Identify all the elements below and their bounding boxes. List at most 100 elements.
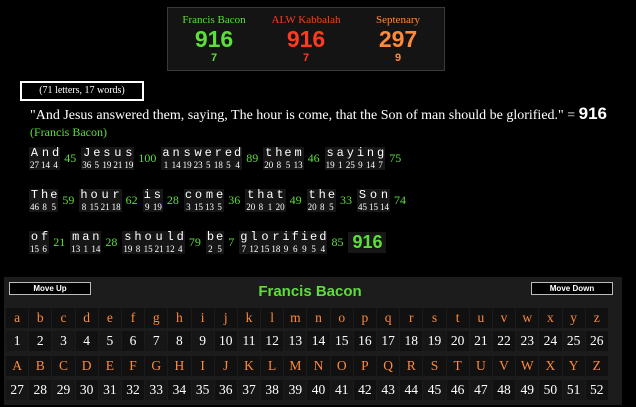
chart-cell[interactable]: 41 (330, 380, 353, 400)
chart-cell[interactable]: q (377, 308, 400, 328)
chart-cell[interactable]: 23 (516, 331, 539, 351)
chart-cell[interactable]: v (492, 308, 516, 328)
chart-cell[interactable]: l (261, 308, 284, 328)
chart-cell[interactable]: Q (377, 356, 400, 376)
chart-cell[interactable]: 33 (145, 380, 168, 400)
chart-cell[interactable]: A (6, 356, 29, 376)
chart-cell[interactable]: z (585, 308, 608, 328)
chart-cell[interactable]: i (191, 308, 214, 328)
chart-cell[interactable]: P (353, 356, 376, 376)
chart-cell[interactable]: L (261, 356, 284, 376)
chart-cell[interactable]: x (539, 308, 562, 328)
chart-cell[interactable]: g (145, 308, 168, 328)
chart-cell[interactable]: W (516, 356, 539, 376)
chart-cell[interactable]: a (6, 308, 29, 328)
chart-cell[interactable]: 30 (75, 380, 98, 400)
chart-cell[interactable]: 10 (214, 331, 237, 351)
chart-cell[interactable]: 35 (191, 380, 214, 400)
chart-cell[interactable]: B (29, 356, 52, 376)
chart-cell[interactable]: 34 (168, 380, 191, 400)
chart-cell[interactable]: c (52, 308, 75, 328)
chart-cell[interactable]: Z (585, 356, 608, 376)
chart-cell[interactable]: 3 (52, 331, 75, 351)
chart-cell[interactable]: n (307, 308, 330, 328)
chart-cell[interactable]: 36 (214, 380, 237, 400)
chart-cell[interactable]: 43 (377, 380, 400, 400)
chart-cell[interactable]: h (168, 308, 191, 328)
chart-cell[interactable]: b (29, 308, 52, 328)
chart-cell[interactable]: 39 (284, 380, 307, 400)
chart-cell[interactable]: 6 (121, 331, 145, 351)
chart-cell[interactable]: e (98, 308, 121, 328)
chart-cell[interactable]: 4 (75, 331, 98, 351)
chart-cell[interactable]: K (237, 356, 261, 376)
chart-cell[interactable]: j (214, 308, 237, 328)
chart-cell[interactable]: 44 (400, 380, 423, 400)
chart-cell[interactable]: 22 (492, 331, 516, 351)
chart-cell[interactable]: r (400, 308, 423, 328)
chart-cell[interactable]: 13 (284, 331, 307, 351)
chart-cell[interactable]: f (121, 308, 145, 328)
chart-cell[interactable]: 29 (52, 380, 75, 400)
chart-cell[interactable]: 48 (492, 380, 516, 400)
chart-cell[interactable]: M (284, 356, 307, 376)
chart-cell[interactable]: 11 (237, 331, 261, 351)
chart-cell[interactable]: 24 (539, 331, 562, 351)
chart-cell[interactable]: G (145, 356, 168, 376)
chart-cell[interactable]: 7 (145, 331, 168, 351)
chart-cell[interactable]: 28 (29, 380, 52, 400)
chart-cell[interactable]: 20 (446, 331, 469, 351)
chart-cell[interactable]: 40 (307, 380, 330, 400)
chart-cell[interactable]: k (237, 308, 261, 328)
chart-cell[interactable]: 2 (29, 331, 52, 351)
chart-cell[interactable]: 32 (121, 380, 145, 400)
chart-cell[interactable]: U (469, 356, 492, 376)
chart-cell[interactable]: p (353, 308, 376, 328)
chart-cell[interactable]: 15 (330, 331, 353, 351)
chart-cell[interactable]: 52 (585, 380, 608, 400)
chart-cell[interactable]: 8 (168, 331, 191, 351)
chart-cell[interactable]: 49 (516, 380, 539, 400)
chart-cell[interactable]: Y (562, 356, 585, 376)
chart-cell[interactable]: R (400, 356, 423, 376)
chart-cell[interactable]: E (98, 356, 121, 376)
chart-cell[interactable]: C (52, 356, 75, 376)
chart-cell[interactable]: u (469, 308, 492, 328)
chart-cell[interactable]: 9 (191, 331, 214, 351)
chart-cell[interactable]: 25 (562, 331, 585, 351)
chart-cell[interactable]: I (191, 356, 214, 376)
chart-cell[interactable]: 37 (237, 380, 261, 400)
chart-cell[interactable]: 27 (6, 380, 29, 400)
chart-cell[interactable]: J (214, 356, 237, 376)
chart-cell[interactable]: s (423, 308, 446, 328)
chart-cell[interactable]: 42 (353, 380, 376, 400)
cipher-2[interactable]: ALW Kabbalah 916 7 (260, 8, 352, 70)
chart-cell[interactable]: 19 (423, 331, 446, 351)
chart-cell[interactable]: 12 (261, 331, 284, 351)
chart-cell[interactable]: 5 (98, 331, 121, 351)
cipher-1[interactable]: Francis Bacon 916 7 (168, 8, 260, 70)
chart-cell[interactable]: y (562, 308, 585, 328)
chart-cell[interactable]: 46 (446, 380, 469, 400)
chart-cell[interactable]: t (446, 308, 469, 328)
chart-cell[interactable]: S (423, 356, 446, 376)
chart-cell[interactable]: 45 (423, 380, 446, 400)
chart-cell[interactable]: 50 (539, 380, 562, 400)
chart-cell[interactable]: 17 (377, 331, 400, 351)
chart-cell[interactable]: 16 (353, 331, 376, 351)
chart-cell[interactable]: o (330, 308, 353, 328)
chart-cell[interactable]: O (330, 356, 353, 376)
chart-cell[interactable]: 31 (98, 380, 121, 400)
chart-cell[interactable]: m (284, 308, 307, 328)
chart-cell[interactable]: 47 (469, 380, 492, 400)
chart-cell[interactable]: 21 (469, 331, 492, 351)
chart-cell[interactable]: F (121, 356, 145, 376)
chart-cell[interactable]: d (75, 308, 98, 328)
chart-cell[interactable]: V (492, 356, 516, 376)
chart-cell[interactable]: 18 (400, 331, 423, 351)
chart-cell[interactable]: 51 (562, 380, 585, 400)
cipher-3[interactable]: Septenary 297 9 (352, 8, 444, 70)
chart-cell[interactable]: 14 (307, 331, 330, 351)
chart-cell[interactable]: w (516, 308, 539, 328)
chart-cell[interactable]: X (539, 356, 562, 376)
